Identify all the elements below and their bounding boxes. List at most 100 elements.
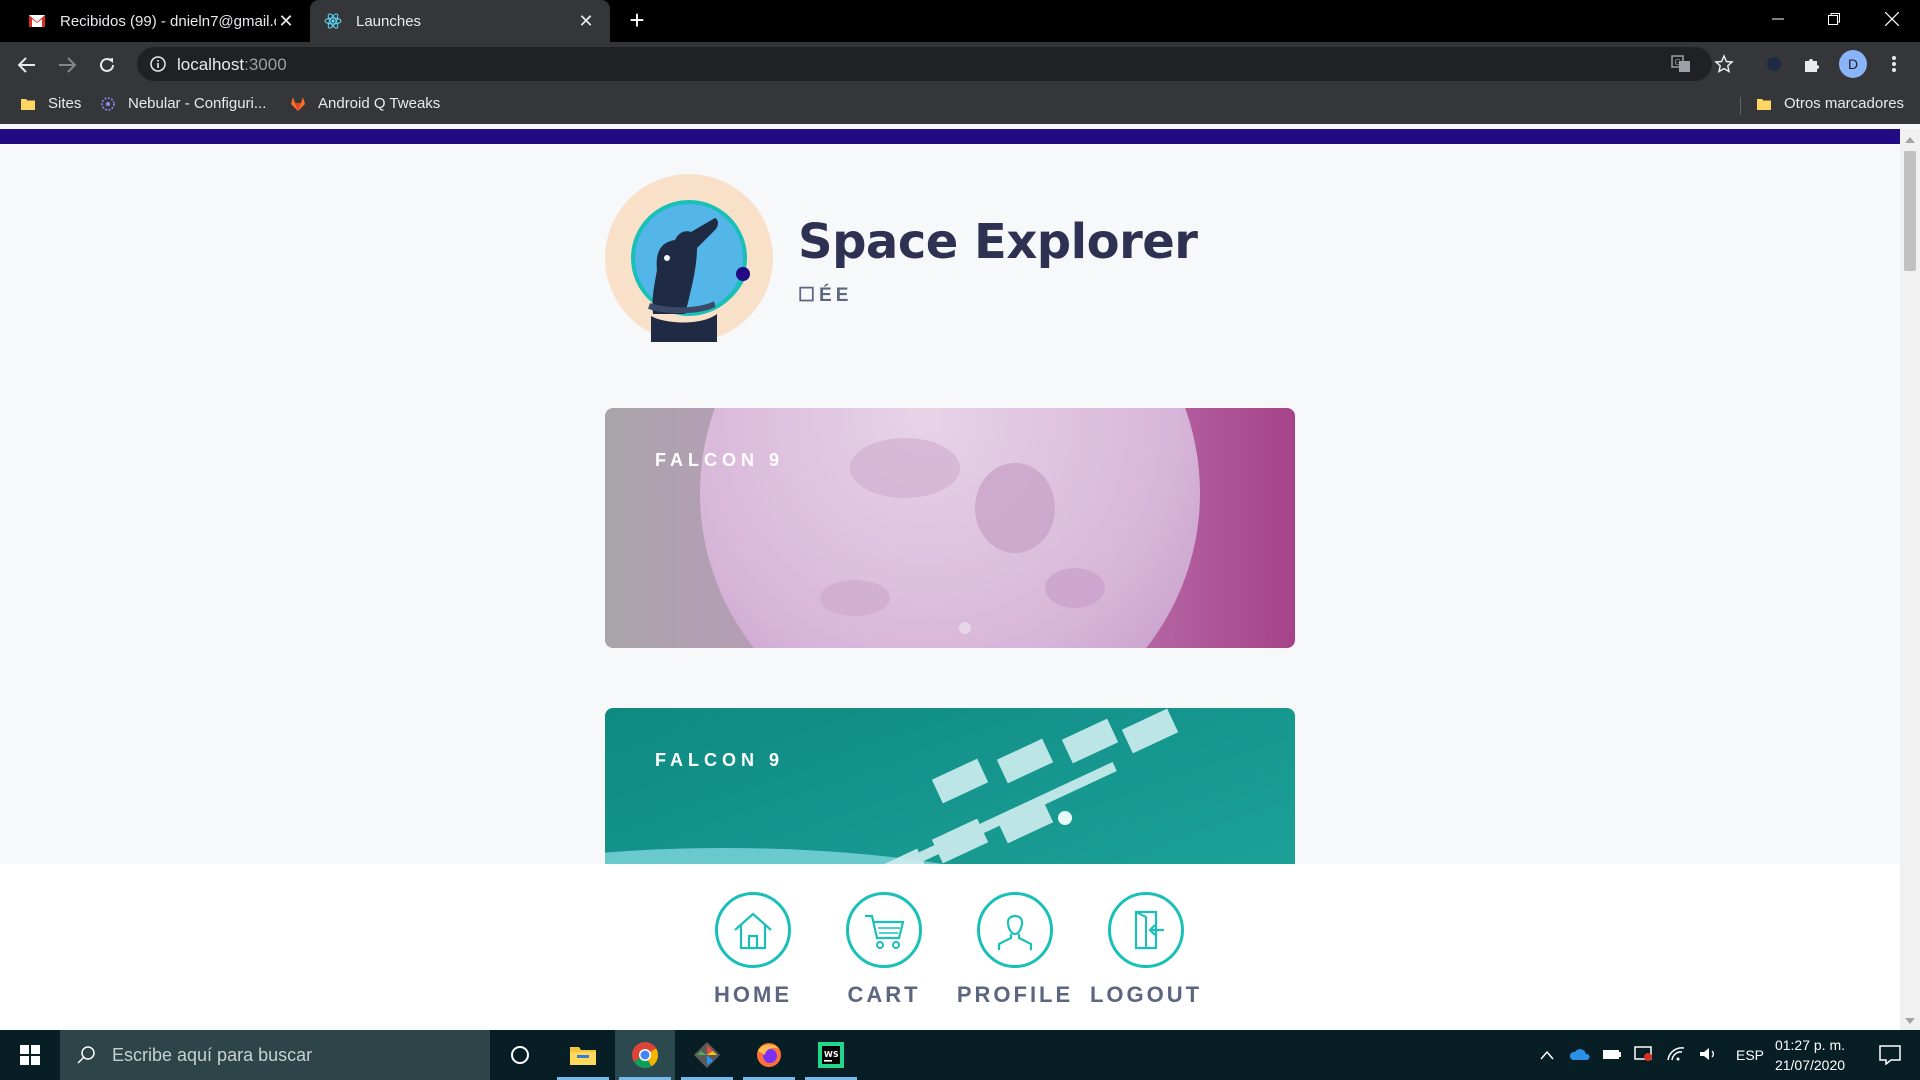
top-accent-bar <box>0 129 1900 144</box>
scroll-down-arrow[interactable] <box>1905 1018 1915 1024</box>
app-header: Space Explorer ☐ÉE <box>605 174 1305 344</box>
puzzle-icon[interactable] <box>1800 52 1824 76</box>
bookmark-separator <box>1740 97 1741 115</box>
nebular-icon <box>101 96 115 111</box>
nav-label: LOGOUT <box>1089 982 1203 1007</box>
folder-icon <box>1757 98 1771 110</box>
firefox-icon <box>757 1043 781 1067</box>
scroll-up-arrow[interactable] <box>1905 137 1915 143</box>
bookmark-sites[interactable]: Sites <box>20 95 81 112</box>
svg-text:WS: WS <box>824 1050 839 1059</box>
bookmarks-bar: Sites Nebular - Configuri... Android Q T… <box>0 87 1920 124</box>
cortana-icon <box>511 1046 529 1064</box>
nav-logout[interactable]: LOGOUT <box>1081 892 1211 1008</box>
notifications-button[interactable] <box>1860 1030 1920 1080</box>
tab-title: Launches <box>356 12 422 30</box>
file-explorer-app[interactable] <box>553 1030 613 1080</box>
minimize-button[interactable] <box>1750 0 1806 38</box>
reload-button[interactable] <box>92 50 122 80</box>
tab-launches[interactable]: Launches ✕ <box>310 0 610 42</box>
close-icon[interactable]: ✕ <box>276 11 296 32</box>
nav-cart[interactable]: CART <box>819 892 949 1008</box>
profile-avatar[interactable]: D <box>1839 50 1867 78</box>
start-button[interactable] <box>0 1030 60 1080</box>
windows-icon <box>20 1045 40 1065</box>
restore-icon <box>1828 13 1840 25</box>
bottom-navigation: HOME CART PROFILE LOGOUT <box>0 864 1900 1030</box>
gitkraken-icon <box>694 1042 720 1068</box>
wifi-icon[interactable] <box>1666 1046 1686 1065</box>
user-email: ☐ÉE <box>798 285 853 306</box>
cart-icon <box>865 914 905 949</box>
page-viewport: Space Explorer ☐ÉE FALCON 9 FALCON 9 HOM… <box>0 124 1920 1030</box>
back-button[interactable] <box>12 50 42 80</box>
system-tray: ESP <box>1540 1030 1764 1080</box>
folder-icon <box>570 1047 596 1065</box>
webstorm-app[interactable]: WS <box>801 1030 861 1080</box>
profile-icon <box>997 914 1033 950</box>
scroll-thumb[interactable] <box>1904 151 1916 271</box>
arrow-right-icon <box>59 57 76 73</box>
close-icon[interactable]: ✕ <box>576 11 596 32</box>
rocket-name: FALCON 9 <box>655 450 785 470</box>
chrome-app[interactable] <box>615 1030 675 1080</box>
address-bar[interactable]: localhost:3000 G <box>137 47 1734 81</box>
star-icon[interactable] <box>1712 52 1736 76</box>
volume-icon[interactable] <box>1698 1046 1718 1065</box>
nav-label: PROFILE <box>956 982 1074 1007</box>
home-icon <box>734 912 772 950</box>
url-text[interactable]: localhost:3000 <box>177 55 287 75</box>
page-scrollbar[interactable] <box>1900 129 1920 1030</box>
launch-card[interactable]: FALCON 9 <box>605 408 1295 648</box>
bookmark-nebular[interactable]: Nebular - Configuri... <box>100 95 266 112</box>
git-app[interactable] <box>677 1030 737 1080</box>
nav-label: HOME <box>714 982 792 1007</box>
menu-icon[interactable] <box>1882 52 1906 76</box>
webstorm-icon: WS <box>818 1042 844 1068</box>
taskbar-clock[interactable]: 01:27 p. m. 21/07/2020 <box>1760 1035 1860 1075</box>
gmail-icon <box>29 15 45 27</box>
react-icon <box>324 13 342 29</box>
minimize-icon <box>1772 18 1784 20</box>
windows-taskbar: Escribe aquí para buscar WS ESP 01:27 p.… <box>0 1030 1920 1080</box>
rocket-name: FALCON 9 <box>655 750 785 770</box>
reload-icon <box>100 57 114 72</box>
moon-image <box>605 408 1295 648</box>
clock-time: 01:27 p. m. <box>1774 1037 1846 1053</box>
app-title: Space Explorer <box>798 214 1198 270</box>
chevron-up-icon[interactable] <box>1540 1047 1554 1063</box>
chrome-icon <box>632 1042 658 1069</box>
gitlab-icon <box>291 96 305 111</box>
arrow-left-icon <box>18 57 35 73</box>
logout-icon <box>1134 910 1164 950</box>
info-icon[interactable] <box>149 55 167 73</box>
folder-icon <box>21 98 35 110</box>
svg-text:G: G <box>1675 58 1681 67</box>
firefox-app[interactable] <box>739 1030 799 1080</box>
notification-icon <box>1879 1045 1901 1065</box>
search-placeholder: Escribe aquí para buscar <box>112 1044 313 1065</box>
forward-button[interactable] <box>52 50 82 80</box>
battery-icon[interactable] <box>1602 1047 1622 1064</box>
tab-gmail[interactable]: Recibidos (99) - dnieln7@gmail.c ✕ <box>14 0 310 42</box>
onedrive-icon[interactable] <box>1569 1047 1590 1064</box>
taskbar-search[interactable]: Escribe aquí para buscar <box>60 1030 490 1080</box>
extension-dark-icon[interactable] <box>1762 52 1786 76</box>
translate-icon[interactable]: G <box>1669 52 1693 76</box>
clock-date: 21/07/2020 <box>1774 1057 1846 1073</box>
bookmark-android-q-tweaks[interactable]: Android Q Tweaks <box>290 95 440 112</box>
close-window-button[interactable] <box>1864 0 1920 38</box>
nav-profile[interactable]: PROFILE <box>950 892 1080 1008</box>
nav-label: CART <box>847 982 921 1007</box>
search-icon <box>77 1046 95 1064</box>
tab-title: Recibidos (99) - dnieln7@gmail.c <box>60 12 276 30</box>
nav-home[interactable]: HOME <box>688 892 818 1008</box>
tab-strip: Recibidos (99) - dnieln7@gmail.c ✕ Launc… <box>0 0 1920 42</box>
restore-button[interactable] <box>1806 0 1862 38</box>
cortana-button[interactable] <box>490 1030 550 1080</box>
close-icon <box>1885 12 1899 26</box>
new-tab-button[interactable]: + <box>622 6 652 36</box>
bookmark-other[interactable]: Otros marcadores <box>1756 95 1904 112</box>
display-icon[interactable] <box>1634 1045 1654 1066</box>
browser-toolbar: localhost:3000 G D <box>0 42 1920 87</box>
